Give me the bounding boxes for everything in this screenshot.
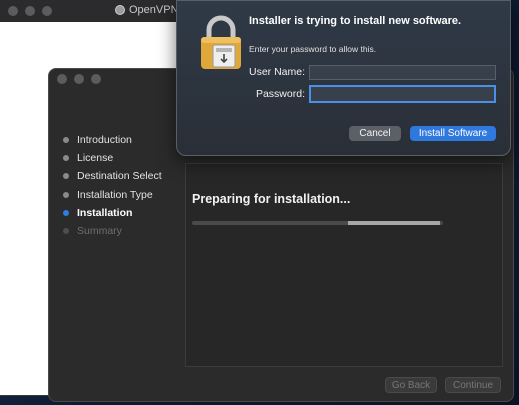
step-introduction: Introduction [63,131,183,149]
installer-zoom-button[interactable] [91,74,101,84]
authorization-dialog: Installer is trying to install new softw… [176,0,511,156]
step-label: Introduction [77,134,132,147]
progress-bar-fill [347,221,441,225]
close-window-button[interactable] [8,6,18,16]
openvpn-titlebar: OpenVPN [0,0,200,22]
installer-close-button[interactable] [57,74,67,84]
password-label: Password: [255,88,305,100]
password-field[interactable] [309,85,496,103]
cancel-button[interactable]: Cancel [349,126,401,141]
step-bullet-icon [63,173,69,180]
username-label: User Name: [248,66,305,78]
step-label: Destination Select [77,170,162,183]
step-bullet-icon [63,191,69,198]
username-field[interactable] [309,65,496,80]
step-bullet-icon [63,155,69,162]
dialog-title: Installer is trying to install new softw… [249,15,462,27]
dialog-subtitle: Enter your password to allow this. [249,44,377,54]
openvpn-logo-icon [115,5,125,15]
install-software-button[interactable]: Install Software [410,126,496,141]
step-destination-select: Destination Select [63,167,183,185]
step-label: Installation Type [77,188,153,201]
installation-progress-bar [192,221,443,225]
step-label: Summary [77,225,122,238]
step-label: License [77,152,114,165]
step-summary: Summary [63,222,183,240]
step-installation: Installation [63,204,183,222]
go-back-button[interactable]: Go Back [385,377,437,393]
step-bullet-active-icon [63,209,69,216]
continue-button[interactable]: Continue [445,377,501,393]
minimize-window-button[interactable] [25,6,35,16]
installation-status-text: Preparing for installation... [192,192,351,206]
step-license: License [63,149,183,167]
openvpn-title-text: OpenVPN [129,4,179,16]
step-bullet-icon [63,228,69,235]
openvpn-title: OpenVPN [115,4,179,16]
installer-minimize-button[interactable] [74,74,84,84]
step-bullet-icon [63,137,69,144]
installer-steps-list: Introduction License Destination Select … [63,131,183,240]
zoom-window-button[interactable] [42,6,52,16]
step-label: Installation [77,206,133,219]
step-installation-type: Installation Type [63,186,183,204]
lock-icon [201,15,241,69]
